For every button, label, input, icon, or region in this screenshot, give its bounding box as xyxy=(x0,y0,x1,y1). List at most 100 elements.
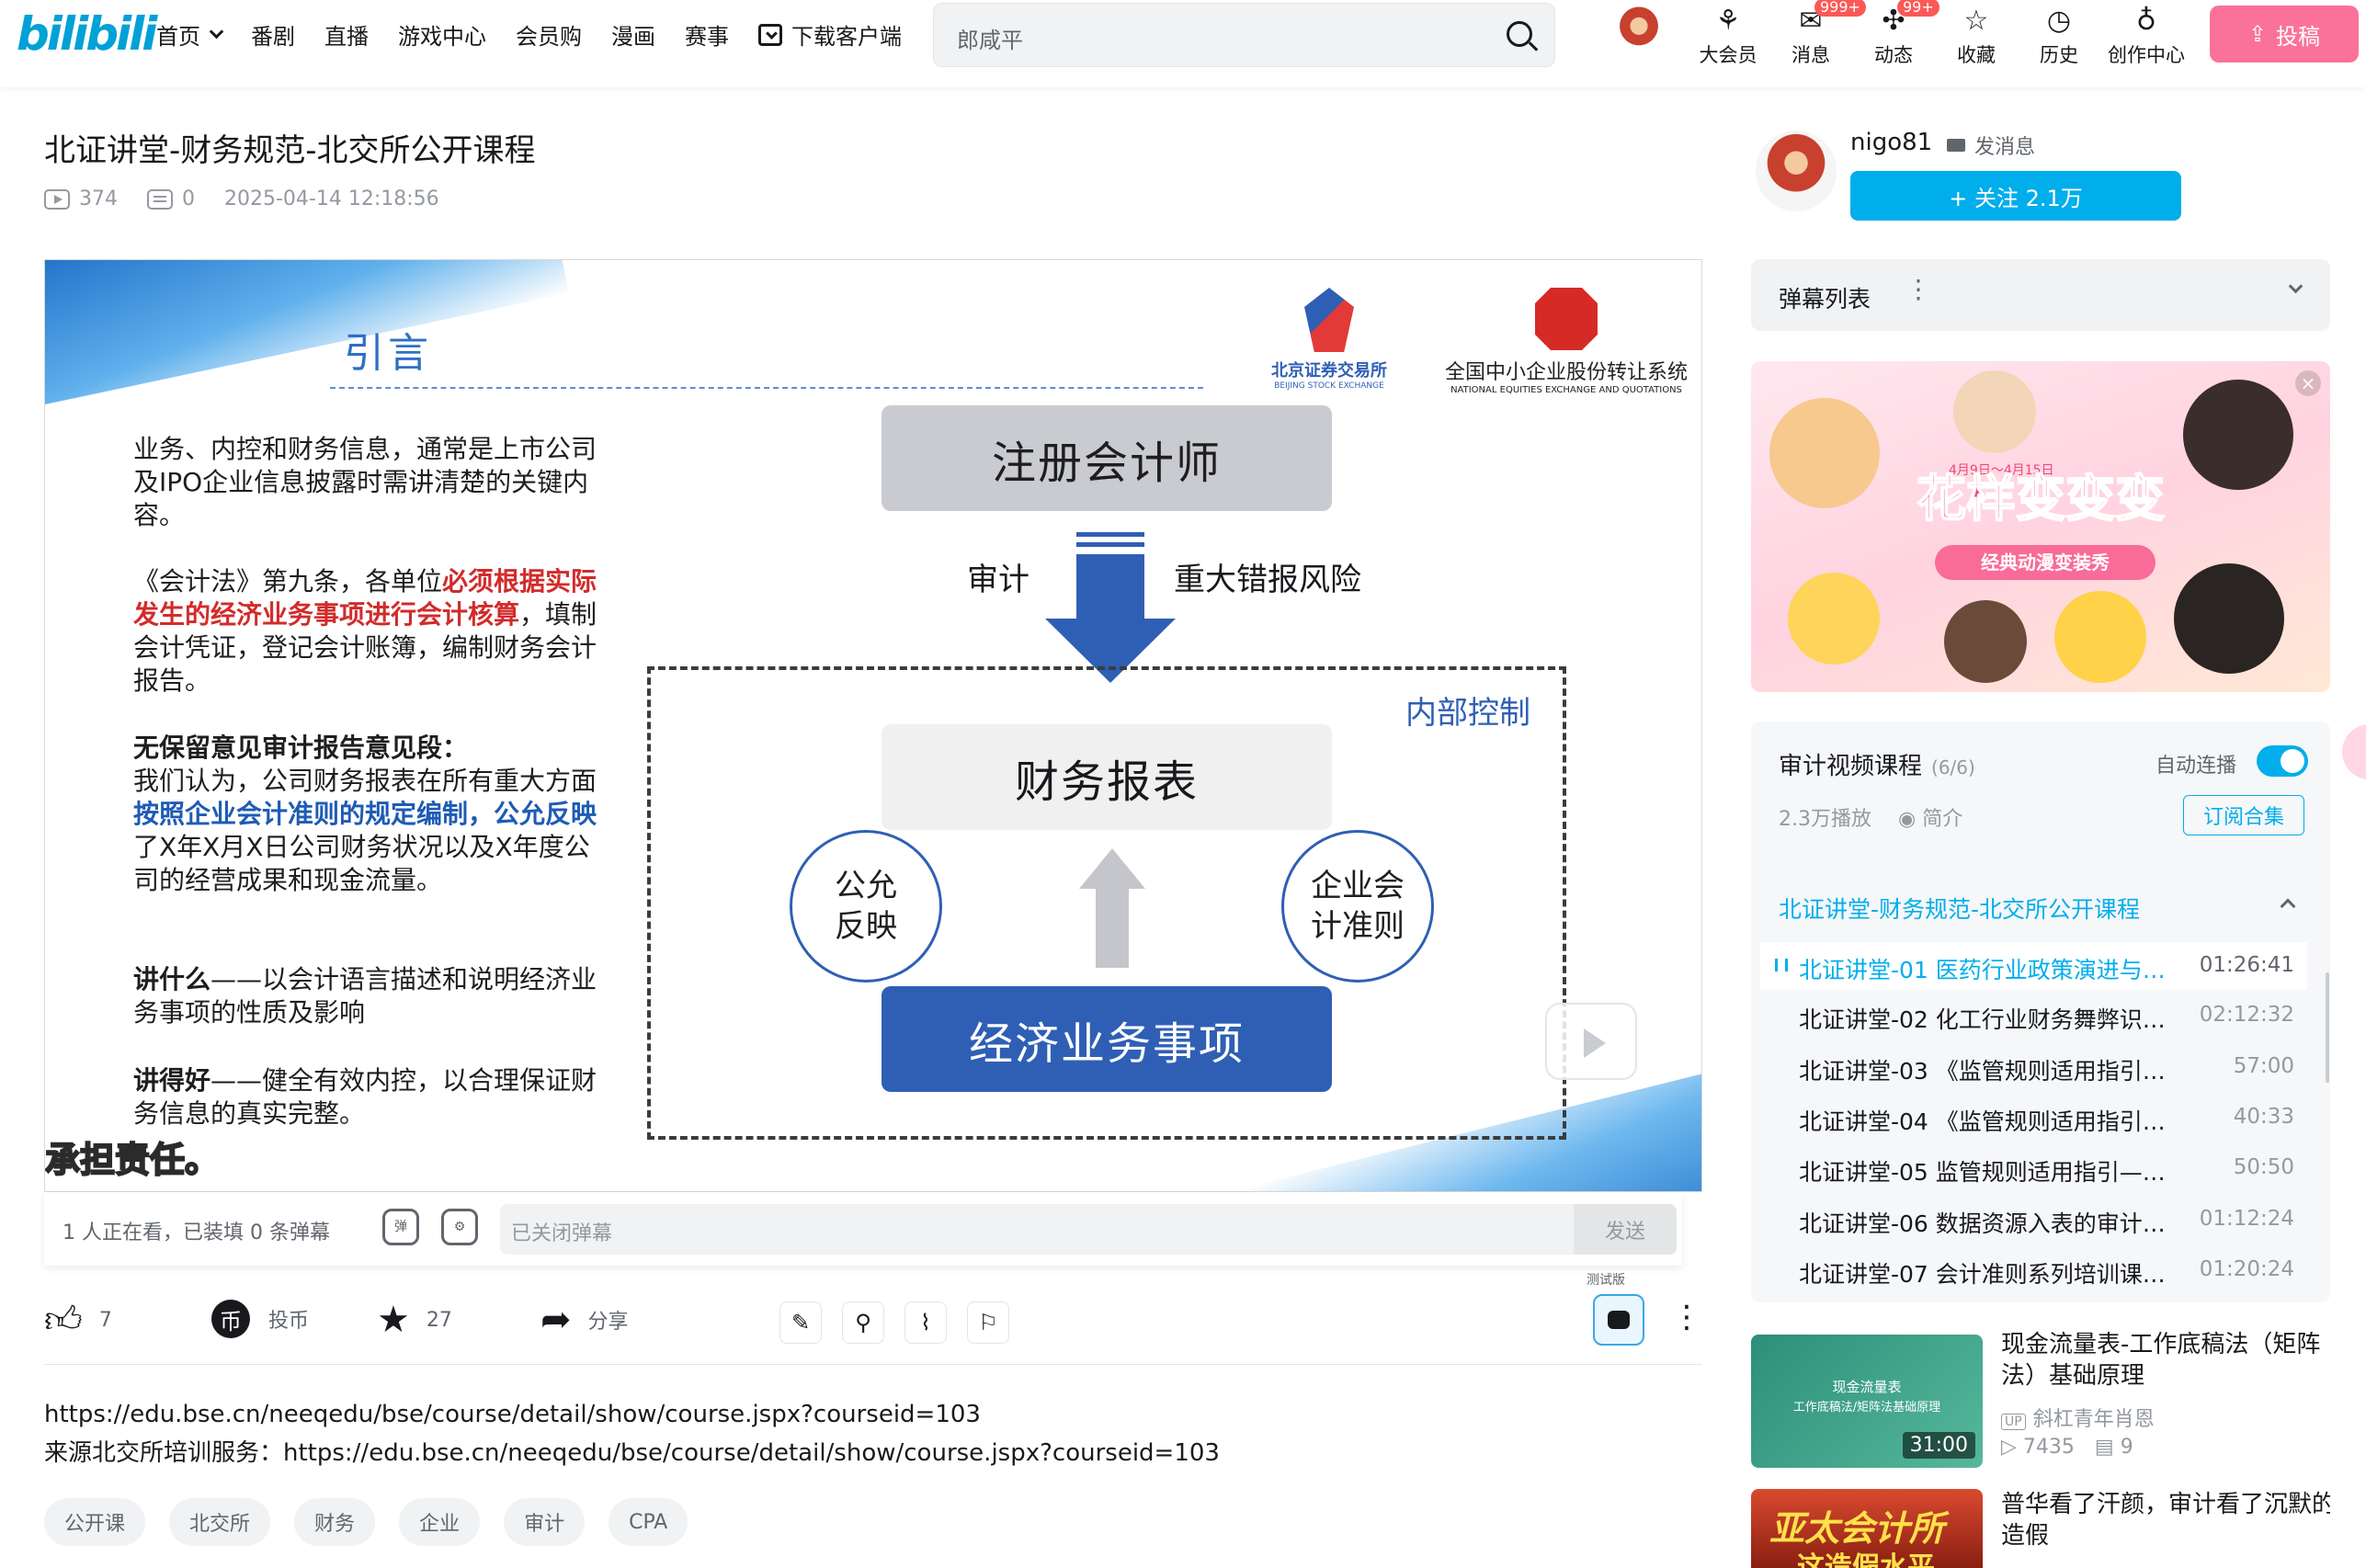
nav-game-center[interactable]: 游戏中心 xyxy=(398,18,486,51)
recommend-title[interactable]: 现金流量表-工作底稿法（矩阵法）基础原理 xyxy=(2001,1329,2341,1392)
toolbar-divider xyxy=(44,1364,1702,1365)
autoplay-toggle[interactable] xyxy=(2257,745,2308,777)
playlist-intro-link[interactable]: ◉ 简介 xyxy=(1898,802,1962,832)
upload-button[interactable]: ⇪ 投稿 xyxy=(2210,6,2359,62)
search-input[interactable]: 郎咸平 xyxy=(957,22,1023,54)
main-nav: 首页 番剧 直播 游戏中心 会员购 漫画 赛事 下载客户端 xyxy=(156,0,931,69)
danmaku-toggle-icon[interactable]: 弹 xyxy=(382,1209,419,1245)
description-link-1[interactable]: https://edu.bse.cn/neeqedu/bse/course/de… xyxy=(44,1395,1220,1434)
bilibili-logo[interactable]: bilibili xyxy=(17,7,157,61)
danmaku-settings-icon[interactable]: ⚙ xyxy=(441,1209,478,1245)
note-icon[interactable]: ✎ xyxy=(779,1301,822,1344)
episode-item[interactable]: 北证讲堂-06 数据资源入表的审计与关注 01:12:24 xyxy=(1760,1196,2307,1244)
like-button[interactable]: 👍︎ 7 xyxy=(44,1300,112,1340)
recommend-thumbnail[interactable]: 现金流量表 工作底稿法/矩阵法基础原理 31:00 xyxy=(1751,1335,1983,1468)
tag-item[interactable]: 企业 xyxy=(399,1498,481,1546)
danmaku-input[interactable]: 已关闭弹幕 发送 xyxy=(500,1204,1677,1255)
floating-play-icon[interactable] xyxy=(1545,1003,1637,1080)
tag-item[interactable]: 审计 xyxy=(504,1498,586,1546)
subscribe-collection-button[interactable]: 订阅合集 xyxy=(2183,795,2304,835)
banner-character xyxy=(1788,573,1880,665)
chevron-up-icon[interactable] xyxy=(2280,898,2296,915)
episode-item[interactable]: 北证讲堂-07 会计准则系列培训课程讲解 01:20:24 xyxy=(1760,1246,2307,1294)
banner-character xyxy=(2183,380,2293,490)
search-icon[interactable] xyxy=(1507,21,1532,47)
bse-logo: 北京证券交易所 BEIJING STOCK EXCHANGE xyxy=(1251,288,1407,391)
episode-item[interactable]: 北证讲堂-02 化工行业财务舞弊识别与防范02:12:32 xyxy=(1760,992,2307,1040)
header-creator-center[interactable]: ♁ 创作中心 xyxy=(2105,0,2188,68)
arrow-up-icon xyxy=(1079,848,1145,968)
tag-item[interactable]: 公开课 xyxy=(44,1498,146,1546)
nav-manga[interactable]: 漫画 xyxy=(611,18,655,51)
pin-icon[interactable]: ⚲ xyxy=(842,1301,884,1344)
playlist-section-title[interactable]: 北证讲堂-财务规范-北交所公开课程 xyxy=(1779,892,2140,925)
slide-divider xyxy=(330,387,1203,389)
bulb-icon: ♁ xyxy=(2136,5,2156,37)
header-message[interactable]: ✉ 999+ 消息 xyxy=(1774,0,1866,68)
playlist-scrollbar[interactable] xyxy=(2326,972,2329,1083)
episode-item[interactable]: 北证讲堂-01 医药行业政策演进与财务问题01:26:41 xyxy=(1760,942,2307,990)
watching-count: 1 人正在看，已装填 0 条弹幕 xyxy=(63,1221,330,1244)
more-dots-icon[interactable]: ⋮ xyxy=(1671,1301,1702,1333)
banner-character xyxy=(2174,563,2284,674)
recommend-title[interactable]: 普华看了汗颜，审计看了沉默的造假 xyxy=(2001,1489,2330,1551)
tag-list: 公开课 北交所 财务 企业 审计 CPA xyxy=(44,1498,711,1546)
favorite-button[interactable]: ★ 27 xyxy=(377,1300,452,1340)
episode-item[interactable]: 北证讲堂-04 《监管规则适用指引——会计类》40:33 xyxy=(1760,1094,2307,1142)
danmaku-send-button[interactable]: 发送 xyxy=(1574,1204,1677,1255)
video-player[interactable]: 引言 北京证券交易所 BEIJING STOCK EXCHANGE 全国中小企业… xyxy=(44,259,1702,1192)
share-button[interactable]: ➦ 分享 xyxy=(540,1300,629,1340)
tag-item[interactable]: 财务 xyxy=(294,1498,376,1546)
more-dots-icon[interactable]: ⋮ xyxy=(1905,277,1931,302)
danmaku-list-panel[interactable]: 弹幕列表 ⋮ xyxy=(1751,259,2330,331)
recommend-thumbnail[interactable]: 亚太会计所 这造假水平 xyxy=(1751,1489,1983,1568)
playlist-plays: 2.3万播放 xyxy=(1779,808,1871,831)
ai-assistant-icon[interactable] xyxy=(1593,1294,1644,1346)
episode-item[interactable]: 北证讲堂-03 《监管规则适用指引——发行类》57:00 xyxy=(1760,1043,2307,1091)
header-history[interactable]: ◷ 历史 xyxy=(2022,0,2096,68)
chart-icon[interactable]: ⌇ xyxy=(904,1301,947,1344)
send-message-link[interactable]: 发消息 xyxy=(1947,131,2035,160)
recommend-item[interactable]: 现金流量表 工作底稿法/矩阵法基础原理 31:00 现金流量表-工作底稿法（矩阵… xyxy=(1751,1331,2330,1468)
coin-button[interactable]: 币投币 xyxy=(211,1300,309,1338)
diagram-risk-label: 重大错报风险 xyxy=(1174,562,1361,598)
user-avatar[interactable] xyxy=(1609,2,1669,62)
slide-paragraph-2: 《会计法》第九条，各单位必须根据实际发生的经济业务事项进行会计核算，填制会计凭证… xyxy=(133,566,597,696)
nav-home[interactable]: 首页 xyxy=(156,18,224,51)
recommend-item[interactable]: 亚太会计所 这造假水平 普华看了汗颜，审计看了沉默的造假 xyxy=(1751,1489,2330,1568)
nav-esports[interactable]: 赛事 xyxy=(685,18,729,51)
nav-download-client[interactable]: 下载客户端 xyxy=(758,18,902,51)
header-dynamic[interactable]: ✣ 99+ 动态 xyxy=(1857,0,1939,68)
playlist-title: 审计视频课程 (6/6) xyxy=(1779,753,1975,780)
download-icon xyxy=(758,23,782,46)
diagram-fair-circle: 公允反映 xyxy=(790,830,942,983)
recommend-uploader[interactable]: UP 斜杠青年肖恩 xyxy=(2001,1403,2155,1432)
report-icon[interactable]: ⚐ xyxy=(967,1301,1009,1344)
follow-button[interactable]: + 关注 2.1万 xyxy=(1850,171,2181,221)
tag-item[interactable]: 北交所 xyxy=(169,1498,271,1546)
close-icon[interactable]: × xyxy=(2295,370,2321,396)
nav-anime[interactable]: 番剧 xyxy=(251,18,295,51)
side-floating-tab[interactable] xyxy=(2342,724,2366,779)
banner-character xyxy=(2054,591,2146,683)
share-arrow-icon: ➦ xyxy=(540,1299,572,1341)
promo-banner[interactable]: 4月9日～4月15日 花样变变变 经典动漫变装秀 × xyxy=(1751,361,2330,692)
thumb-up-icon: 👍︎ xyxy=(44,1299,83,1341)
danmaku-list-title: 弹幕列表 xyxy=(1779,286,1871,312)
envelope-icon xyxy=(1947,139,1965,152)
tag-item[interactable]: CPA xyxy=(609,1498,688,1546)
nav-mall[interactable]: 会员购 xyxy=(516,18,582,51)
video-meta: 374 0 2025-04-14 12:18:56 xyxy=(44,187,439,210)
uploader-avatar[interactable] xyxy=(1756,131,1837,211)
episode-item[interactable]: 北证讲堂-05 监管规则适用指引——审计类50:50 xyxy=(1760,1144,2307,1192)
slide-paragraph-5: 讲得好——健全有效内控，以合理保证财务信息的真实完整。 xyxy=(133,1065,597,1129)
uploader-name[interactable]: nigo81 xyxy=(1850,129,1932,156)
chevron-down-icon[interactable] xyxy=(2288,278,2303,294)
slide-paragraph-1: 业务、内控和财务信息，通常是上市公司及IPO企业信息披露时需讲清楚的关键内容。 xyxy=(133,434,597,530)
header-big-member[interactable]: ⚘ 大会员 xyxy=(1691,0,1765,68)
description-line-2[interactable]: 来源北交所培训服务：https://edu.bse.cn/neeqedu/bse… xyxy=(44,1434,1220,1472)
diagram-economic-box: 经济业务事项 xyxy=(882,986,1332,1092)
search-box[interactable]: 郎咸平 xyxy=(933,3,1555,67)
header-favorites[interactable]: ☆ 收藏 xyxy=(1939,0,2013,68)
nav-live[interactable]: 直播 xyxy=(324,18,369,51)
